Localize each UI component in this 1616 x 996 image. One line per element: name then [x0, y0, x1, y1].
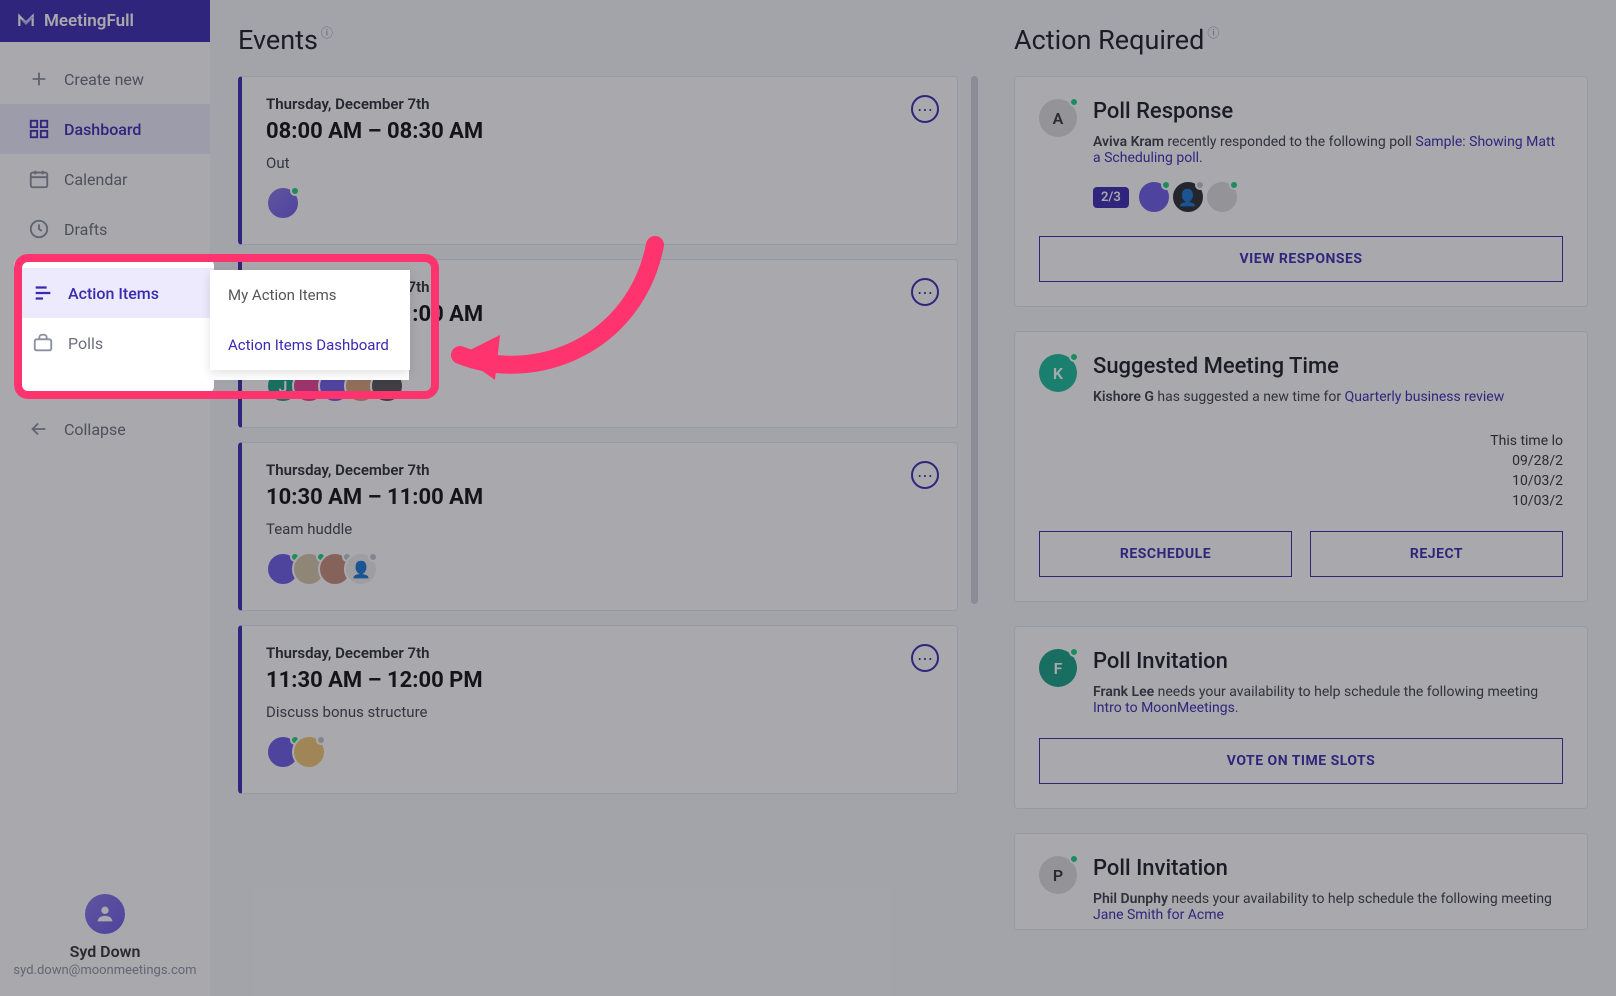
vote-button[interactable]: VOTE ON TIME SLOTS	[1039, 738, 1563, 784]
arrow-left-icon	[28, 418, 50, 440]
sidebar-item-label: Collapse	[64, 420, 126, 439]
meeting-link[interactable]: Quarterly business review	[1345, 389, 1505, 405]
view-responses-button[interactable]: VIEW RESPONSES	[1039, 236, 1563, 282]
submenu-action-items-dashboard[interactable]: Action Items Dashboard	[210, 320, 410, 370]
user-block[interactable]: Syd Down syd.down@moonmeetings.com	[0, 882, 210, 996]
event-title: Out	[266, 154, 935, 172]
card-subtitle: Phil Dunphy needs your availability to h…	[1093, 891, 1563, 923]
events-column: Eventsⓘ ⋯ Thursday, December 7th 08:00 A…	[238, 24, 978, 996]
attendees	[266, 735, 935, 769]
event-card[interactable]: ⋯ Thursday, December 7th 08:00 AM – 08:3…	[238, 76, 958, 245]
main-content: Eventsⓘ ⋯ Thursday, December 7th 08:00 A…	[210, 0, 1616, 996]
meeting-link[interactable]: Jane Smith for Acme	[1093, 907, 1224, 923]
sidebar-item-label: Action Items	[68, 284, 159, 303]
reject-button[interactable]: REJECT	[1310, 531, 1563, 577]
clock-icon	[28, 218, 50, 240]
attendees	[266, 186, 935, 220]
action-required-title: Action Requiredⓘ	[1014, 24, 1588, 56]
sidebar-item-label: Calendar	[64, 170, 127, 189]
sidebar-item-label: Drafts	[64, 220, 107, 239]
submenu-my-action-items[interactable]: My Action Items	[210, 270, 410, 320]
list-icon	[32, 282, 54, 304]
user-email: syd.down@moonmeetings.com	[10, 963, 200, 978]
time-list: This time lo 09/28/2 10/03/2 10/03/2	[1039, 433, 1563, 509]
avatar[interactable]: A	[1039, 99, 1077, 137]
card-title: Poll Response	[1093, 99, 1563, 124]
reschedule-button[interactable]: RESCHEDULE	[1039, 531, 1292, 577]
events-title: Eventsⓘ	[238, 24, 978, 56]
brand-icon	[16, 11, 36, 31]
avatar[interactable]: 👤	[1171, 180, 1205, 214]
avatar[interactable]: K	[1039, 354, 1077, 392]
avatar[interactable]	[266, 186, 300, 220]
event-date: Thursday, December 7th	[266, 644, 935, 662]
sidebar-item-action-items[interactable]: Action Items	[14, 268, 214, 318]
event-date: Thursday, December 7th	[266, 461, 935, 479]
card-title: Poll Invitation	[1093, 649, 1563, 674]
responders: 2/3 👤	[1093, 180, 1563, 214]
event-title: Team huddle	[266, 520, 935, 538]
meeting-link[interactable]: Intro to MoonMeetings.	[1093, 700, 1239, 716]
scrollbar[interactable]	[971, 76, 978, 604]
more-icon[interactable]: ⋯	[911, 461, 939, 489]
card-subtitle: Frank Lee needs your availability to hel…	[1093, 684, 1563, 716]
sidebar-item-calendar[interactable]: Calendar	[0, 154, 210, 204]
sidebar-item-polls[interactable]: Polls	[14, 318, 214, 368]
suggested-time-card: K Suggested Meeting Time Kishore G has s…	[1014, 331, 1588, 602]
event-time: 08:00 AM – 08:30 AM	[266, 119, 935, 144]
more-icon[interactable]: ⋯	[911, 95, 939, 123]
event-card[interactable]: ⋯ Thursday, December 7th 10:30 AM – 11:0…	[238, 442, 958, 611]
event-card[interactable]: ⋯ Thursday, December 7th 11:30 AM – 12:0…	[238, 625, 958, 794]
avatar[interactable]: F	[1039, 649, 1077, 687]
sidebar-item-create[interactable]: Create new	[0, 54, 210, 104]
poll-response-card: A Poll Response Aviva Kram recently resp…	[1014, 76, 1588, 307]
brand-label: MeetingFull	[44, 11, 134, 31]
card-title: Poll Invitation	[1093, 856, 1563, 881]
sidebar-item-label: Create new	[64, 70, 144, 89]
sidebar-item-drafts[interactable]: Drafts	[0, 204, 210, 254]
event-date: Thursday, December 7th	[266, 95, 935, 113]
sidebar: MeetingFull Create new Dashboard Calenda…	[0, 0, 210, 996]
card-subtitle: Aviva Kram recently responded to the fol…	[1093, 134, 1563, 166]
poll-invitation-card: F Poll Invitation Frank Lee needs your a…	[1014, 626, 1588, 809]
highlighted-nav: Action Items Polls	[14, 268, 214, 368]
action-items-submenu: My Action Items Action Items Dashboard	[210, 270, 410, 370]
info-icon[interactable]: ⓘ	[321, 24, 333, 41]
more-icon[interactable]: ⋯	[911, 644, 939, 672]
sidebar-item-collapse[interactable]: Collapse	[0, 404, 210, 454]
brand-header: MeetingFull	[0, 0, 210, 42]
more-icon[interactable]: ⋯	[911, 278, 939, 306]
events-list: ⋯ Thursday, December 7th 08:00 AM – 08:3…	[238, 76, 978, 956]
briefcase-icon	[32, 332, 54, 354]
user-avatar	[85, 894, 125, 934]
avatar[interactable]: 👤	[344, 552, 378, 586]
response-count-badge: 2/3	[1093, 187, 1129, 208]
poll-invitation-card: P Poll Invitation Phil Dunphy needs your…	[1014, 833, 1588, 930]
avatar[interactable]	[292, 735, 326, 769]
user-name: Syd Down	[10, 942, 200, 961]
sidebar-item-label: Polls	[68, 334, 103, 353]
avatar[interactable]	[1205, 180, 1239, 214]
card-subtitle: Kishore G has suggested a new time for Q…	[1093, 389, 1563, 405]
plus-icon	[28, 68, 50, 90]
avatar[interactable]: P	[1039, 856, 1077, 894]
info-icon[interactable]: ⓘ	[1207, 24, 1219, 41]
sidebar-item-label: Dashboard	[64, 120, 141, 139]
nav: Create new Dashboard Calendar Drafts Act…	[0, 42, 210, 882]
sidebar-item-dashboard[interactable]: Dashboard	[0, 104, 210, 154]
event-time: 11:30 AM – 12:00 PM	[266, 668, 935, 693]
avatar[interactable]	[1137, 180, 1171, 214]
grid-icon	[28, 118, 50, 140]
card-title: Suggested Meeting Time	[1093, 354, 1563, 379]
action-required-column: Action Requiredⓘ A Poll Response Aviva K…	[1014, 24, 1588, 996]
event-time: 10:30 AM – 11:00 AM	[266, 485, 935, 510]
attendees: 👤	[266, 552, 935, 586]
calendar-icon	[28, 168, 50, 190]
event-title: Discuss bonus structure	[266, 703, 935, 721]
